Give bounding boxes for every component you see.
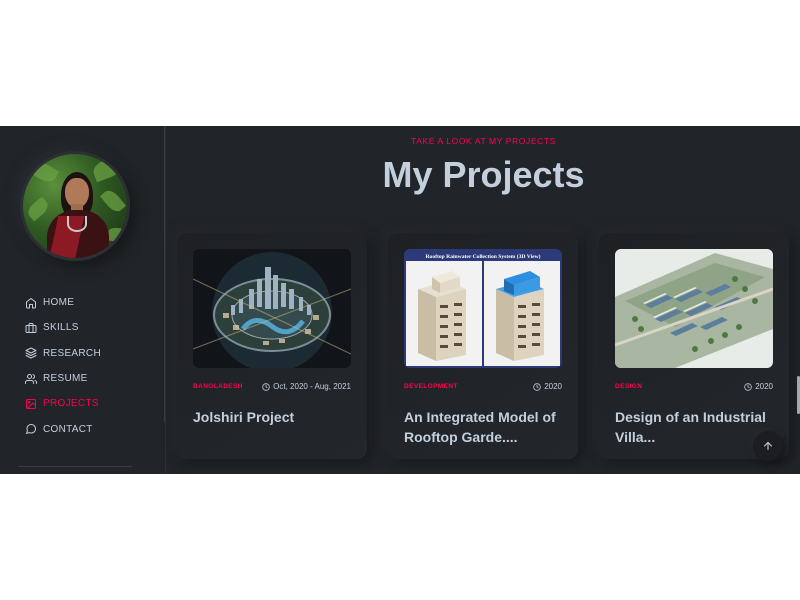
sidebar: HOME SKILLS RESEARCH RESUME PROJECTS CON…: [0, 126, 166, 474]
nav-item-contact[interactable]: CONTACT: [25, 416, 101, 441]
nav-item-projects[interactable]: PROJECTS: [25, 391, 101, 416]
sidebar-divider: [164, 126, 165, 422]
project-thumbnail[interactable]: Rooftop Rainwater Collection System (3D …: [404, 249, 562, 368]
nav-item-skills[interactable]: SKILLS: [25, 315, 101, 340]
project-card-jolshiri[interactable]: BANGLADESH Oct, 2020 - Aug, 2021 Jolshir…: [177, 233, 367, 459]
project-date: Oct, 2020 - Aug, 2021: [262, 382, 351, 391]
profile-avatar: [20, 151, 130, 261]
nav-item-research[interactable]: RESEARCH: [25, 341, 101, 366]
project-date-text: 2020: [755, 382, 773, 391]
users-icon: [25, 373, 37, 384]
layers-icon: [25, 347, 37, 359]
clock-icon: [262, 382, 270, 391]
nav-label: SKILLS: [43, 322, 79, 334]
sidebar-bottom-divider: [18, 466, 132, 467]
briefcase-icon: [25, 322, 37, 333]
nav-item-resume[interactable]: RESUME: [25, 366, 101, 391]
project-title[interactable]: An Integrated Model of Rooftop Garde....: [404, 407, 569, 447]
nav-item-home[interactable]: HOME: [25, 290, 101, 315]
project-card-industrial-village[interactable]: DESIGN 2020 Design of an Industrial Vill…: [599, 233, 789, 459]
nav-label: HOME: [43, 297, 75, 309]
image-icon: [26, 398, 36, 409]
project-date: 2020: [533, 382, 562, 391]
arrow-up-icon: [763, 441, 773, 451]
project-title[interactable]: Jolshiri Project: [193, 407, 358, 427]
clock-icon: [533, 382, 541, 391]
nav-label: RESUME: [43, 373, 88, 385]
nav-label: PROJECTS: [43, 398, 99, 410]
clock-icon: [744, 382, 752, 391]
project-thumbnail[interactable]: [615, 249, 773, 368]
project-category: DESIGN: [615, 383, 643, 390]
home-icon: [26, 297, 36, 309]
thumbnail-caption: Rooftop Rainwater Collection System (3D …: [425, 253, 540, 260]
nav-label: RESEARCH: [43, 347, 101, 359]
project-date: 2020: [744, 382, 773, 391]
scroll-to-top-button[interactable]: [753, 431, 783, 461]
message-circle-icon: [26, 424, 37, 435]
project-thumbnail[interactable]: [193, 249, 351, 368]
section-title: My Projects: [382, 154, 585, 195]
sidebar-nav: HOME SKILLS RESEARCH RESUME PROJECTS CON…: [25, 290, 101, 442]
portfolio-frame: HOME SKILLS RESEARCH RESUME PROJECTS CON…: [0, 126, 800, 474]
project-date-text: Oct, 2020 - Aug, 2021: [273, 382, 351, 391]
project-date-text: 2020: [544, 382, 562, 391]
project-category: DEVELOPMENT: [404, 383, 458, 390]
project-category: BANGLADESH: [193, 383, 243, 390]
section-eyebrow: TAKE A LOOK AT MY PROJECTS: [411, 136, 556, 146]
projects-section: TAKE A LOOK AT MY PROJECTS My Projects B…: [167, 126, 800, 474]
nav-label: CONTACT: [43, 423, 93, 435]
project-card-rooftop-garden[interactable]: Rooftop Rainwater Collection System (3D …: [388, 233, 578, 459]
